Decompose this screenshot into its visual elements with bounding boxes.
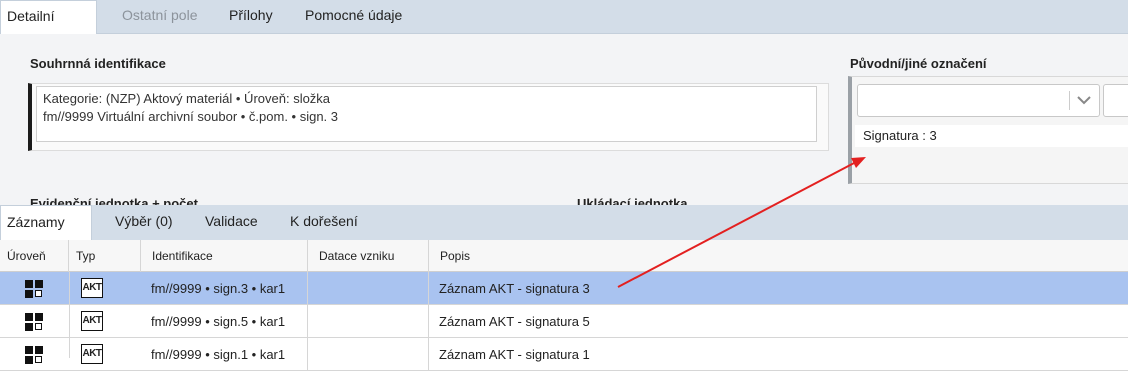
orig-label: Původní/jiné označení xyxy=(850,56,987,71)
akt-type-icon: AKT xyxy=(81,278,103,298)
orig-value-input[interactable] xyxy=(1103,84,1128,117)
col-divider xyxy=(69,338,70,358)
col-divider xyxy=(69,272,70,305)
akt-type-icon: AKT xyxy=(81,311,103,331)
col-datace[interactable]: Datace vzniku xyxy=(308,240,429,272)
cell-datace xyxy=(308,272,429,305)
col-popis[interactable]: Popis xyxy=(429,240,1128,272)
col-divider xyxy=(69,305,70,338)
col-typ[interactable]: Typ xyxy=(69,240,141,272)
select-separator xyxy=(1069,91,1070,110)
tab-pomocne-udaje[interactable]: Pomocné údaje xyxy=(299,0,408,33)
cell-datace xyxy=(308,305,429,338)
col-uroven[interactable]: Úroveň xyxy=(0,240,69,272)
cell-popis: Záznam AKT - signatura 1 xyxy=(439,347,590,362)
ident-line-1: Kategorie: (NZP) Aktový materiál • Úrove… xyxy=(43,91,331,106)
cell-datace xyxy=(308,338,429,371)
tab-validace[interactable]: Validace xyxy=(199,205,264,240)
cell-popis: Záznam AKT - signatura 5 xyxy=(439,314,590,329)
akt-type-icon: AKT xyxy=(81,344,103,364)
tab-prilohy[interactable]: Přílohy xyxy=(223,0,279,33)
cell-identifikace: fm//9999 • sign.5 • kar1 xyxy=(141,305,308,338)
tab-ostatni-pole[interactable]: Ostatní pole xyxy=(116,0,204,33)
level-grid-icon xyxy=(25,346,43,364)
ident-label: Souhrnná identifikace xyxy=(30,56,166,71)
ident-line-2: fm//9999 Virtuální archivní soubor • č.p… xyxy=(43,109,339,124)
chevron-down-icon[interactable] xyxy=(1076,95,1092,105)
tab-vyber[interactable]: Výběr (0) xyxy=(109,205,179,240)
tab-k-doreseni[interactable]: K dořešení xyxy=(284,205,364,240)
signatura-value: Signatura : 3 xyxy=(855,125,1128,147)
tab-zaznamy[interactable]: Záznamy (6) xyxy=(0,205,92,263)
cell-identifikace: fm//9999 • sign.3 • kar1 xyxy=(141,272,308,305)
col-identifikace[interactable]: Identifikace xyxy=(141,240,308,272)
level-grid-icon xyxy=(25,280,43,298)
level-grid-icon xyxy=(25,313,43,331)
cell-identifikace: fm//9999 • sign.1 • kar1 xyxy=(141,338,308,371)
cell-popis: Záznam AKT - signatura 3 xyxy=(439,281,590,296)
tab-detailni-popis[interactable]: Detailní popis xyxy=(0,0,97,55)
orig-type-select[interactable] xyxy=(857,84,1100,117)
